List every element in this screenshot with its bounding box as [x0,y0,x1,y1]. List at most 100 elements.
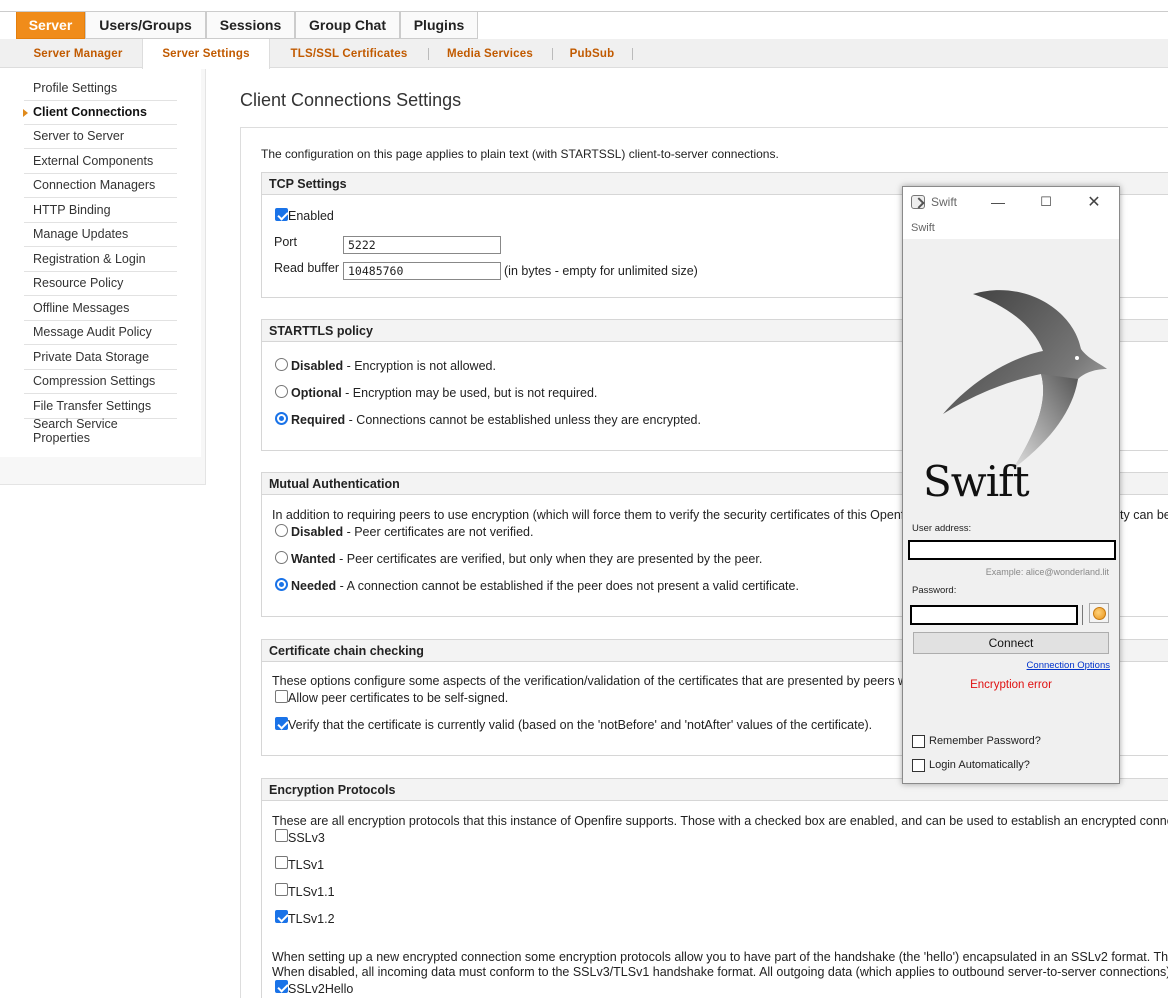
swift-login-window: Swift — ☐ ✕ Swift Swift User address: Ex… [902,186,1120,784]
top-nav: Server Users/Groups Sessions Group Chat … [0,11,1168,39]
swift-menu[interactable]: Swift [903,217,1119,239]
connect-button[interactable]: Connect [913,632,1109,654]
option-name: Required [291,413,346,427]
swift-logo: Swift [903,239,1119,519]
sidebar-item-message-audit-policy[interactable]: Message Audit Policy [24,321,177,345]
remember-password-label: Remember Password? [929,735,1041,747]
tcp-enabled-checkbox[interactable] [275,208,288,221]
starttls-required-label: Required - Connections cannot be establi… [291,413,701,427]
mutual-disabled-radio[interactable] [275,524,288,537]
option-desc: - Peer certificates are not verified. [343,525,534,539]
mutual-disabled-label: Disabled - Peer certificates are not ver… [291,525,533,539]
mutual-wanted-radio[interactable] [275,551,288,564]
mutual-needed-radio[interactable] [275,578,288,591]
tab-users-groups[interactable]: Users/Groups [85,12,206,39]
sidebar-item-resource-policy[interactable]: Resource Policy [24,272,177,296]
tab-plugins[interactable]: Plugins [400,12,478,39]
subtab-server-manager[interactable]: Server Manager [18,39,138,68]
subtab-tls-ssl-certificates[interactable]: TLS/SSL Certificates [274,39,424,68]
tab-sessions[interactable]: Sessions [206,12,295,39]
tab-server[interactable]: Server [16,12,85,39]
option-desc: - Peer certificates are verified, but on… [335,552,763,566]
maximize-icon[interactable]: ☐ [1031,191,1061,213]
option-name: Optional [291,386,342,400]
sidebar-item-file-transfer-settings[interactable]: File Transfer Settings [24,394,177,419]
option-desc: - Connections cannot be established unle… [345,413,701,427]
starttls-disabled-radio[interactable] [275,358,288,371]
mutual-needed-label: Needed - A connection cannot be establis… [291,579,799,593]
sslv2hello-explanation-1: When setting up a new encrypted connecti… [272,950,1168,964]
subtab-pubsub[interactable]: PubSub [556,39,628,68]
tab-group-chat[interactable]: Group Chat [295,12,400,39]
tlsv1-2-checkbox[interactable] [275,910,288,923]
self-signed-label: Allow peer certificates to be self-signe… [288,691,509,705]
password-label: Password: [912,585,957,596]
sidebar-item-private-data-storage[interactable]: Private Data Storage [24,345,177,370]
minimize-icon[interactable]: — [983,191,1013,213]
read-buffer-hint: (in bytes - empty for unlimited size) [504,264,698,278]
sslv2hello-explanation-2: When disabled, all incoming data must co… [272,965,1168,979]
option-name: Wanted [291,552,336,566]
openfire-admin-page: Server Users/Groups Sessions Group Chat … [0,0,1168,998]
self-signed-checkbox[interactable] [275,690,288,703]
option-desc: - A connection cannot be established if … [336,579,799,593]
certificate-icon [1092,606,1106,620]
subtab-separator [428,48,429,60]
tlsv1-1-checkbox[interactable] [275,883,288,896]
verify-validity-checkbox[interactable] [275,717,288,730]
mutual-intro-tail: ty can be [1120,508,1168,522]
sidebar-item-server-to-server[interactable]: Server to Server [24,125,177,149]
option-desc: - Encryption is not allowed. [343,359,496,373]
chain-intro: These options configure some aspects of … [272,674,908,688]
option-name: Disabled [291,359,344,373]
sidebar-item-profile-settings[interactable]: Profile Settings [24,76,177,101]
remember-password-checkbox[interactable] [912,735,925,748]
window-titlebar[interactable]: Swift — ☐ ✕ [903,187,1119,217]
login-automatically-label: Login Automatically? [929,759,1030,771]
sidebar-item-connection-managers[interactable]: Connection Managers [24,174,177,198]
sslv2hello-label: SSLv2Hello [288,982,354,996]
option-name: Needed [291,579,337,593]
read-buffer-label: Read buffer [274,261,340,275]
page-intro: The configuration on this page applies t… [261,147,779,161]
sslv2hello-checkbox[interactable] [275,980,288,993]
mutual-intro: In addition to requiring peers to use en… [272,508,908,522]
tcp-enabled-label: Enabled [288,209,334,223]
tlsv1-1-label: TLSv1.1 [288,885,335,899]
sidebar-item-client-connections[interactable]: Client Connections [24,100,177,125]
sidebar-item-registration-login[interactable]: Registration & Login [24,247,177,272]
password-input[interactable] [910,605,1078,625]
starttls-optional-radio[interactable] [275,385,288,398]
sidebar-item-http-binding[interactable]: HTTP Binding [24,198,177,223]
certificate-button[interactable] [1089,603,1109,623]
subtab-media-services[interactable]: Media Services [432,39,548,68]
page-title: Client Connections Settings [240,90,462,110]
tlsv1-label: TLSv1 [288,858,325,872]
login-automatically-checkbox[interactable] [912,759,925,772]
user-address-example: Example: alice@wonderland.lit [985,567,1109,577]
sidebar-item-compression-settings[interactable]: Compression Settings [24,370,177,394]
option-name: Disabled [291,525,344,539]
starttls-required-radio[interactable] [275,412,288,425]
port-input[interactable] [343,236,501,254]
tlsv1-checkbox[interactable] [275,856,288,869]
read-buffer-input[interactable] [343,262,501,280]
window-title: Swift [931,195,958,209]
sidebar-item-manage-updates[interactable]: Manage Updates [24,223,177,247]
sidebar-item-external-components[interactable]: External Components [24,149,177,174]
subtab-server-settings[interactable]: Server Settings [142,39,270,69]
sidebar-item-search-service-properties[interactable]: Search Service Properties [24,417,177,445]
starttls-disabled-label: Disabled - Encryption is not allowed. [291,359,496,373]
close-icon[interactable]: ✕ [1079,191,1109,213]
connection-options-link[interactable]: Connection Options [1027,660,1110,671]
user-address-label: User address: [912,523,972,534]
sslv3-checkbox[interactable] [275,829,288,842]
swift-logo-text: Swift [923,457,1030,506]
user-address-input[interactable] [908,540,1116,560]
encryption-error-text: Encryption error [970,679,1052,691]
subtab-separator [632,48,633,60]
port-label: Port [274,235,297,249]
protocols-intro: These are all encryption protocols that … [272,814,1168,828]
sidebar-item-offline-messages[interactable]: Offline Messages [24,296,177,321]
mutual-wanted-label: Wanted - Peer certificates are verified,… [291,552,762,566]
